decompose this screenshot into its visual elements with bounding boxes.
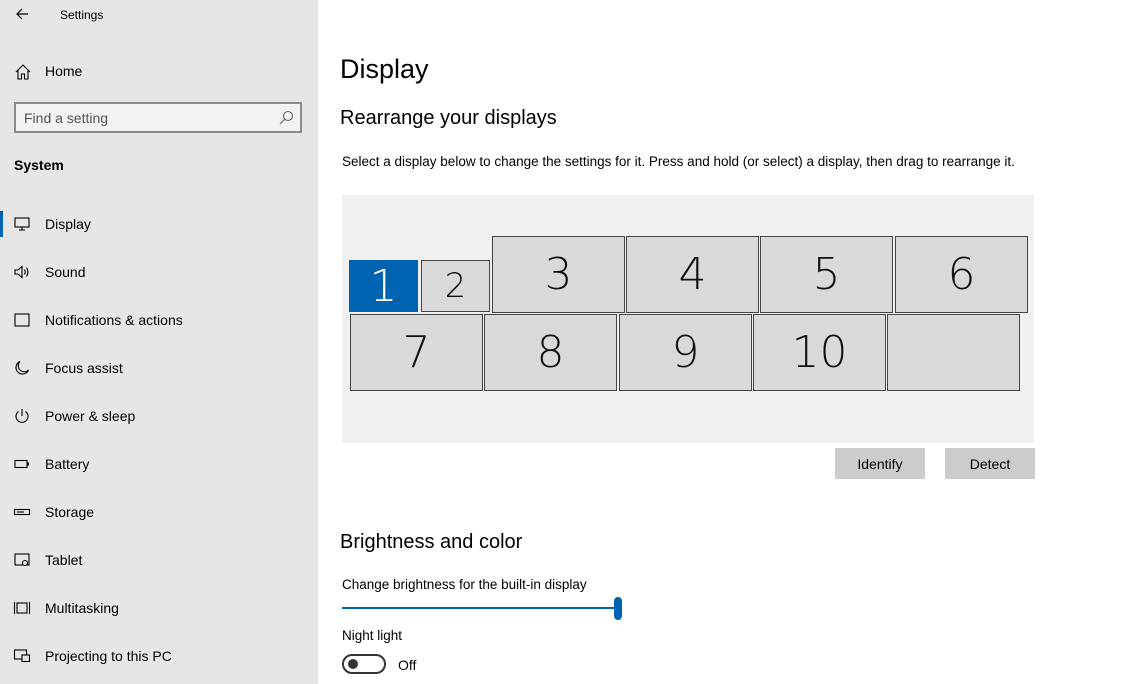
brightness-heading: Brightness and color — [340, 531, 522, 554]
sidebar-item-label: Tablet — [45, 552, 82, 568]
brightness-slider-thumb[interactable] — [614, 597, 622, 620]
sidebar-nav: Display Sound Notifications & actions — [0, 205, 318, 684]
monitor-6[interactable]: 6 — [895, 236, 1028, 313]
monitor-5[interactable]: 5 — [760, 236, 893, 313]
sidebar-item-label: Multitasking — [45, 600, 119, 616]
power-icon — [13, 407, 31, 425]
monitor-2[interactable]: 2 — [421, 260, 490, 312]
sidebar-item-storage[interactable]: Storage — [0, 493, 318, 541]
monitor-10[interactable]: 10 — [753, 314, 886, 391]
monitor-11[interactable] — [887, 314, 1020, 391]
sidebar-item-display[interactable]: Display — [0, 205, 318, 253]
notification-icon — [13, 311, 31, 329]
sidebar-item-label: Projecting to this PC — [45, 648, 172, 664]
sidebar-item-projecting[interactable]: Projecting to this PC — [0, 637, 318, 684]
rearrange-heading: Rearrange your displays — [340, 107, 557, 130]
monitor-3[interactable]: 3 — [492, 236, 625, 313]
sidebar-item-label: Sound — [45, 264, 85, 280]
settings-window: Settings Home System Display — [0, 0, 1127, 684]
multitasking-icon — [13, 599, 31, 617]
monitor-1[interactable]: 1 — [349, 260, 418, 312]
storage-icon — [13, 503, 31, 521]
rearrange-description: Select a display below to change the set… — [342, 154, 1015, 169]
back-button[interactable] — [8, 2, 36, 26]
identify-button[interactable]: Identify — [835, 448, 925, 479]
active-indicator — [0, 211, 3, 237]
night-light-toggle[interactable] — [342, 654, 386, 674]
titlebar: Settings — [0, 0, 318, 30]
sidebar-item-sound[interactable]: Sound — [0, 253, 318, 301]
projecting-icon — [13, 647, 31, 665]
sidebar-item-label: Display — [45, 216, 91, 232]
app-title: Settings — [60, 8, 103, 22]
home-label: Home — [45, 63, 82, 79]
moon-icon — [13, 359, 31, 377]
sidebar-item-notifications[interactable]: Notifications & actions — [0, 301, 318, 349]
tablet-icon — [13, 551, 31, 569]
sidebar-item-tablet[interactable]: Tablet — [0, 541, 318, 589]
search-icon[interactable] — [278, 110, 294, 126]
monitor-8[interactable]: 8 — [484, 314, 617, 391]
sidebar-item-focus-assist[interactable]: Focus assist — [0, 349, 318, 397]
speaker-icon — [13, 263, 31, 281]
monitor-9[interactable]: 9 — [619, 314, 752, 391]
night-light-label: Night light — [342, 628, 402, 643]
back-arrow-icon — [15, 7, 29, 21]
sidebar-item-battery[interactable]: Battery — [0, 445, 318, 493]
toggle-knob — [348, 659, 358, 669]
brightness-slider-track[interactable] — [342, 607, 618, 609]
page-title: Display — [340, 54, 429, 85]
sidebar-item-label: Notifications & actions — [45, 312, 183, 328]
monitor-icon — [13, 215, 31, 233]
detect-button[interactable]: Detect — [945, 448, 1035, 479]
sidebar-item-label: Focus assist — [45, 360, 123, 376]
sidebar-item-multitasking[interactable]: Multitasking — [0, 589, 318, 637]
sidebar-item-label: Storage — [45, 504, 94, 520]
battery-icon — [13, 455, 31, 473]
sidebar-item-home[interactable]: Home — [0, 55, 318, 87]
section-label-system: System — [14, 157, 64, 173]
sidebar-item-label: Battery — [45, 456, 89, 472]
search-input[interactable] — [24, 109, 264, 127]
main-content: Display Rearrange your displays Select a… — [318, 0, 1127, 684]
sidebar-item-label: Power & sleep — [45, 408, 135, 424]
brightness-label: Change brightness for the built-in displ… — [342, 577, 587, 592]
monitor-7[interactable]: 7 — [350, 314, 483, 391]
home-icon — [14, 63, 32, 81]
search-box[interactable] — [14, 102, 302, 133]
monitor-4[interactable]: 4 — [626, 236, 759, 313]
display-arrangement-canvas[interactable]: 1 2 3 4 5 6 7 8 9 10 — [342, 195, 1034, 443]
night-light-state: Off — [398, 657, 416, 673]
sidebar-item-power-sleep[interactable]: Power & sleep — [0, 397, 318, 445]
sidebar: Settings Home System Display — [0, 0, 318, 684]
